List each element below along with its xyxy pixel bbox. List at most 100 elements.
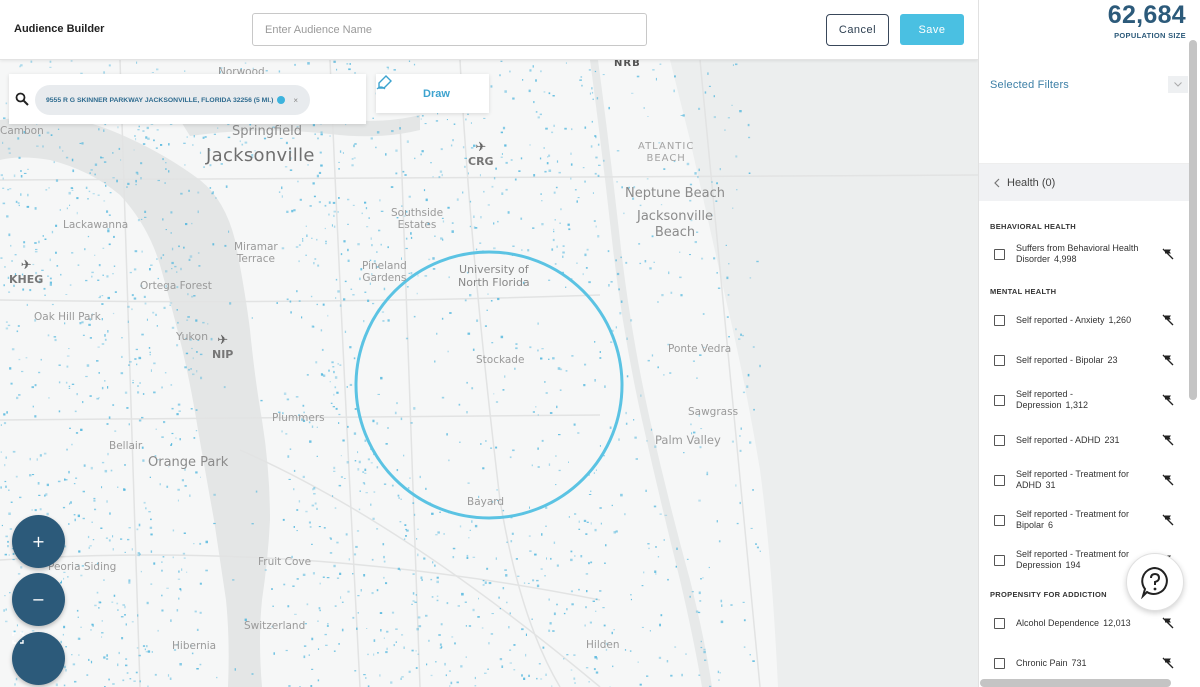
population-dot [209,187,212,189]
population-dot [316,426,318,428]
population-dot [120,372,124,375]
help-button[interactable] [1126,553,1184,611]
population-dot [128,423,130,426]
filter-checkbox[interactable] [994,249,1005,260]
population-dot [718,540,721,543]
population-dot [171,268,173,270]
map-label-springfield: Springfield [232,124,303,139]
population-dot [191,347,193,350]
population-dot [588,494,592,495]
population-dot [358,508,361,511]
population-dot [566,654,569,656]
population-dot [202,321,205,324]
population-dot [675,565,677,568]
population-dot [425,614,428,617]
filter-row[interactable]: Alcohol Dependence 12,013 [979,608,1189,638]
filter-row[interactable]: Self reported - Treatment for ADHD 31 [979,465,1189,495]
population-dot [312,124,315,127]
chevron-left-icon[interactable] [993,178,1001,188]
zoom-in-button[interactable]: + [12,515,65,568]
population-dot [698,499,701,502]
filter-checkbox[interactable] [994,435,1005,446]
audience-name-input[interactable] [252,13,647,46]
filter-checkbox[interactable] [994,555,1005,566]
population-dot [106,275,109,278]
filter-row[interactable]: Self reported - Treatment for Bipolar 6 [979,505,1189,535]
population-dot [283,392,287,395]
population-dot [326,577,330,579]
filter-checkbox[interactable] [994,355,1005,366]
population-dot [190,368,192,370]
search-icon[interactable] [15,92,29,106]
population-dot [406,286,409,288]
population-dot [216,676,218,679]
selected-filters-toggle[interactable] [1168,76,1188,93]
exclude-flag-icon[interactable] [1162,434,1174,446]
filter-label: Alcohol Dependence 12,013 [1016,618,1146,629]
population-dot [490,85,493,88]
population-dot [588,69,591,71]
vertical-scrollbar[interactable] [1189,40,1197,400]
filter-checkbox[interactable] [994,618,1005,629]
filter-row[interactable]: Self reported - Depression 1,312 [979,385,1189,415]
info-icon[interactable] [277,96,286,104]
population-dot [401,634,404,636]
save-button[interactable]: Save [900,14,964,45]
population-dot [106,658,109,660]
population-dot [413,63,416,66]
population-dot [20,170,22,172]
population-dot [408,195,411,198]
filter-row[interactable]: Self reported - Anxiety 1,260 [979,305,1189,335]
exclude-flag-icon[interactable] [1162,314,1174,326]
population-dot [49,281,52,284]
exclude-flag-icon[interactable] [1162,394,1174,406]
zoom-out-button[interactable]: − [12,573,65,626]
population-dot [140,162,143,165]
chip-close-icon[interactable]: × [293,96,298,105]
population-dot [698,674,701,676]
filter-checkbox[interactable] [994,475,1005,486]
draw-button[interactable]: Draw [376,74,489,113]
exclude-flag-icon[interactable] [1162,657,1174,669]
population-dot [597,174,600,177]
exclude-flag-icon[interactable] [1162,248,1174,260]
population-dot [357,451,359,454]
population-dot [608,284,610,287]
exclude-flag-icon[interactable] [1162,514,1174,526]
filter-row[interactable]: Self reported - Bipolar 23 [979,345,1189,375]
filter-row[interactable]: Self reported - ADHD 231 [979,425,1189,455]
exclude-flag-icon[interactable] [1162,617,1174,629]
population-dot [571,603,574,606]
filter-checkbox[interactable] [994,315,1005,326]
population-dot [603,159,605,162]
category-header[interactable]: Health (0) [979,164,1189,201]
population-dot [333,393,335,396]
population-dot [53,161,55,164]
population-dot [27,168,29,170]
cancel-button[interactable]: Cancel [826,14,889,46]
exclude-flag-icon[interactable] [1162,354,1174,366]
population-dot [103,656,106,659]
filter-checkbox[interactable] [994,395,1005,406]
population-dot [101,636,103,638]
map-canvas[interactable]: Norwood NRB Cambon Springfield Jacksonvi… [0,0,978,687]
filter-row[interactable]: Suffers from Behavioral Health Disorder 4… [979,239,1189,269]
population-dot [436,332,438,335]
exclude-flag-icon[interactable] [1162,474,1174,486]
population-dot [505,574,508,577]
horizontal-scrollbar[interactable] [980,679,1171,687]
fullscreen-button[interactable] [12,632,65,685]
population-dot [719,168,721,171]
filter-row[interactable]: Chronic Pain 731 [979,648,1189,678]
population-dot [101,386,104,390]
filter-checkbox[interactable] [994,658,1005,669]
population-dot [124,605,126,609]
population-dot [451,230,454,233]
population-dot [193,135,195,138]
population-dot [555,455,557,457]
address-chip[interactable]: 9555 R G SKINNER PARKWAY JACKSONVILLE, F… [35,85,310,115]
population-dot [91,271,94,274]
population-dot [655,573,657,575]
filter-checkbox[interactable] [994,515,1005,526]
population-dot [513,669,516,671]
